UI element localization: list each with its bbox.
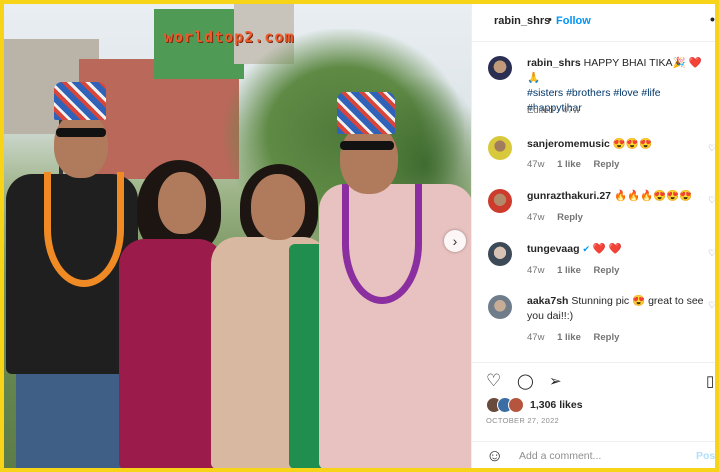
liker-avatar xyxy=(508,397,524,413)
comment-bubble-icon[interactable]: ◯ xyxy=(517,372,534,390)
comment-avatar[interactable] xyxy=(488,189,512,213)
screenshot-frame: worldtop2.com › rabin_shrs • Follow • ra… xyxy=(0,0,719,472)
comment-likes-link[interactable]: 1 like xyxy=(557,332,581,343)
comment-like-heart-icon[interactable]: ♡ xyxy=(708,143,715,154)
comment-age: 47w xyxy=(527,212,545,223)
face xyxy=(251,174,305,240)
comment-meta: 47w 1 like Reply xyxy=(527,332,629,343)
magenta-kurta xyxy=(119,239,224,468)
comment-body: ❤️ ❤️ xyxy=(589,243,622,255)
comment-age: 47w xyxy=(527,265,545,276)
comment-body: 🔥🔥🔥😍😍😍 xyxy=(611,190,693,202)
comment-like-heart-icon[interactable]: ♡ xyxy=(708,300,715,311)
header-separator: • xyxy=(548,14,552,26)
save-bookmark-icon[interactable]: ▯ xyxy=(706,372,714,390)
watermark: worldtop2.com xyxy=(164,28,295,46)
caption-username-link[interactable]: rabin_shrs xyxy=(527,57,581,69)
caption-edited-meta: Edited · 47w xyxy=(527,105,580,116)
next-photo-button[interactable]: › xyxy=(444,230,466,252)
comment-avatar[interactable] xyxy=(488,242,512,266)
jeans xyxy=(16,369,121,468)
comment-username-link[interactable]: aaka7sh xyxy=(527,295,568,307)
sunglasses xyxy=(340,141,394,150)
more-options-icon[interactable]: ••• xyxy=(710,11,715,27)
follow-button[interactable]: Follow xyxy=(556,15,591,27)
comment-reply-button[interactable]: Reply xyxy=(557,212,583,223)
comment-avatar[interactable] xyxy=(488,295,512,319)
comment-username-link[interactable]: tungevaag xyxy=(527,243,580,255)
sunglasses xyxy=(56,128,106,137)
comment-text: sanjeromemusic 😍😍😍 xyxy=(527,137,712,152)
comment-meta: 47w 1 like Reply xyxy=(527,265,629,276)
emoji-smiley-icon[interactable]: ☺ xyxy=(486,446,503,466)
comment-like-heart-icon[interactable]: ♡ xyxy=(708,248,715,259)
add-comment-row: ☺ Post xyxy=(472,441,715,468)
post-date: OCTOBER 27, 2022 xyxy=(486,416,560,425)
flower-garland xyxy=(44,172,124,287)
post-photo[interactable]: worldtop2.com › xyxy=(4,4,471,468)
dhaka-topi xyxy=(337,92,395,134)
post-details-panel: rabin_shrs • Follow ••• rabin_shrs HAPPY… xyxy=(471,4,715,468)
chevron-right-icon: › xyxy=(452,233,458,249)
comment-reply-button[interactable]: Reply xyxy=(594,265,620,276)
comment-username-link[interactable]: sanjeromemusic xyxy=(527,138,610,150)
comment-meta: 47w Reply xyxy=(527,212,593,223)
comment-likes-link[interactable]: 1 like xyxy=(557,159,581,170)
face xyxy=(158,172,206,234)
comment-text: aaka7sh Stunning pic 😍 great to see you … xyxy=(527,294,712,324)
comment-avatar[interactable] xyxy=(488,136,512,160)
comment-age: 47w xyxy=(527,332,545,343)
comment-text: gunrazthakuri.27 🔥🔥🔥😍😍😍 xyxy=(527,189,712,204)
comment-username-link[interactable]: gunrazthakuri.27 xyxy=(527,190,611,202)
comment-text: tungevaag ✔ ❤️ ❤️ xyxy=(527,242,712,257)
flower-garland xyxy=(342,184,422,304)
liker-avatars[interactable] xyxy=(486,397,530,413)
comment-reply-button[interactable]: Reply xyxy=(594,159,620,170)
verified-badge-icon: ✔ xyxy=(582,244,590,254)
comment-meta: 47w 1 like Reply xyxy=(527,159,629,170)
like-heart-icon[interactable]: ♡ xyxy=(486,371,501,391)
post-header: rabin_shrs • Follow ••• xyxy=(472,4,715,42)
comment-like-heart-icon[interactable]: ♡ xyxy=(708,195,715,206)
dhaka-topi xyxy=(54,82,106,120)
comment-age: 47w xyxy=(527,159,545,170)
comment-likes-link[interactable]: 1 like xyxy=(557,265,581,276)
face xyxy=(54,112,108,178)
add-comment-input[interactable] xyxy=(519,450,669,462)
header-username-link[interactable]: rabin_shrs xyxy=(494,15,550,27)
likes-count[interactable]: 1,306 likes xyxy=(530,399,583,411)
comment-reply-button[interactable]: Reply xyxy=(594,332,620,343)
caption-avatar[interactable] xyxy=(488,56,512,80)
post-actions: ♡ ◯ ➢ ▯ 1,306 likes OCTOBER 27, 2022 ☺ P… xyxy=(472,362,715,468)
share-send-icon[interactable]: ➢ xyxy=(549,372,562,390)
post-comment-button[interactable]: Post xyxy=(696,450,715,462)
comment-body: 😍😍😍 xyxy=(609,138,653,150)
face xyxy=(340,124,398,194)
